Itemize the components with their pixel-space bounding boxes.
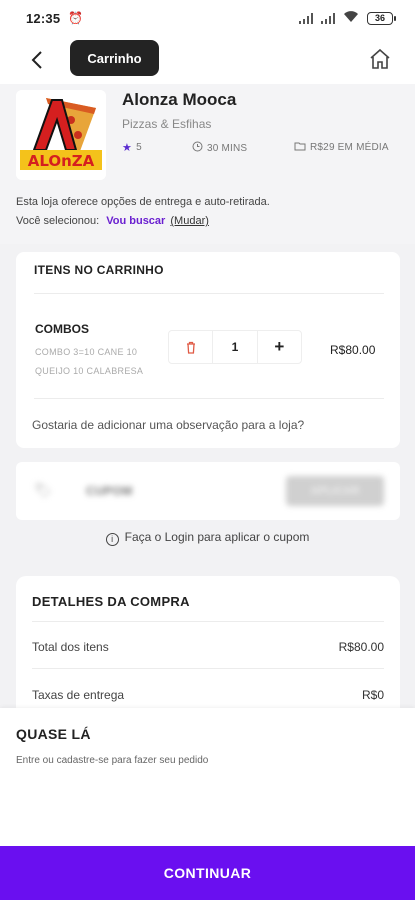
store-note-prompt[interactable]: Gostaria de adicionar uma observação par… [32, 418, 304, 432]
login-coupon-hint[interactable]: i Faça o Login para aplicar o cupom [0, 530, 415, 546]
coupon-icon: 🏷 [34, 482, 52, 498]
purchase-details-card: DETALHES DA COMPRA Total dos itens R$80.… [16, 576, 400, 716]
login-sheet: QUASE LÁ Entre ou cadastre-se para fazer… [0, 708, 415, 846]
delivery-time-value: 30 MINS [207, 142, 248, 154]
sheet-title: QUASE LÁ [16, 726, 91, 742]
quantity-value: 1 [212, 331, 258, 363]
store-info: ALOnZA Alonza Mooca Pizzas & Esfihas ★ 5… [0, 84, 415, 244]
status-time: 12:35 [26, 10, 61, 26]
quantity-stepper: 1 + [168, 330, 302, 364]
alarm-icon: ⏰ [68, 11, 84, 25]
home-icon[interactable] [367, 46, 393, 72]
rating-value: 5 [136, 142, 142, 153]
sheet-subtitle: Entre ou cadastre-se para fazer seu pedi… [16, 755, 209, 766]
signal-icon-2 [321, 12, 335, 24]
item-description: COMBO 3=10 CANE 10 QUEIJO 10 CALABRESA [35, 347, 144, 376]
signal-icon [299, 12, 313, 24]
details-title: DETALHES DA COMPRA [32, 594, 190, 609]
store-category: Pizzas & Esfihas [122, 117, 212, 131]
divider [34, 398, 384, 399]
store-rating: ★ 5 [122, 141, 142, 154]
login-coupon-text: Faça o Login para aplicar o cupom [124, 530, 310, 544]
clock-icon [192, 141, 203, 155]
apply-coupon-button: APLICAR [286, 476, 384, 506]
wifi-icon [343, 10, 359, 26]
total-items-value: R$80.00 [338, 640, 384, 654]
status-bar: 12:35 ⏰ 36 [0, 0, 415, 36]
avg-price-value: R$29 EM MÉDIA [310, 142, 389, 153]
coupon-label: CUPOM [86, 484, 133, 498]
battery-icon: 36 [367, 11, 396, 25]
selected-prefix: Você selecionou: [16, 215, 100, 227]
top-bar: Carrinho [0, 36, 415, 84]
item-name: COMBOS [35, 322, 89, 336]
divider [32, 621, 384, 622]
page-title: Carrinho [70, 40, 159, 76]
delivery-options-text: Esta loja oferece opções de entrega e au… [16, 196, 270, 208]
cart-title: ITENS NO CARRINHO [34, 263, 164, 277]
delivery-fee-value: R$0 [361, 688, 384, 702]
folder-icon [294, 141, 306, 154]
delivery-fee-label: Taxas de entrega [32, 688, 125, 702]
store-name: Alonza Mooca [122, 90, 237, 109]
info-icon: i [105, 533, 119, 546]
divider [32, 668, 384, 669]
status-icons: 36 [299, 10, 396, 26]
item-price: R$80.00 [330, 343, 376, 357]
continue-button[interactable]: CONTINUAR [0, 846, 415, 900]
store-delivery-time: 30 MINS [192, 141, 247, 155]
trash-icon[interactable] [169, 331, 212, 363]
svg-text:ALOnZA: ALOnZA [28, 152, 95, 170]
selected-option: Você selecionou: Vou buscar (Mudar) [16, 215, 209, 227]
selected-value: Vou buscar [106, 215, 166, 227]
total-items-label: Total dos itens [32, 640, 109, 654]
change-option-link[interactable]: (Mudar) [170, 215, 209, 227]
plus-icon[interactable]: + [258, 331, 301, 363]
divider [34, 293, 384, 294]
store-logo: ALOnZA [16, 90, 106, 180]
star-icon: ★ [122, 142, 133, 154]
back-arrow-icon[interactable] [24, 46, 52, 74]
coupon-row: 🏷 CUPOM APLICAR [16, 462, 400, 520]
store-avg-price: R$29 EM MÉDIA [294, 141, 389, 154]
cart-card: ITENS NO CARRINHO COMBOS COMBO 3=10 CANE… [16, 252, 400, 448]
